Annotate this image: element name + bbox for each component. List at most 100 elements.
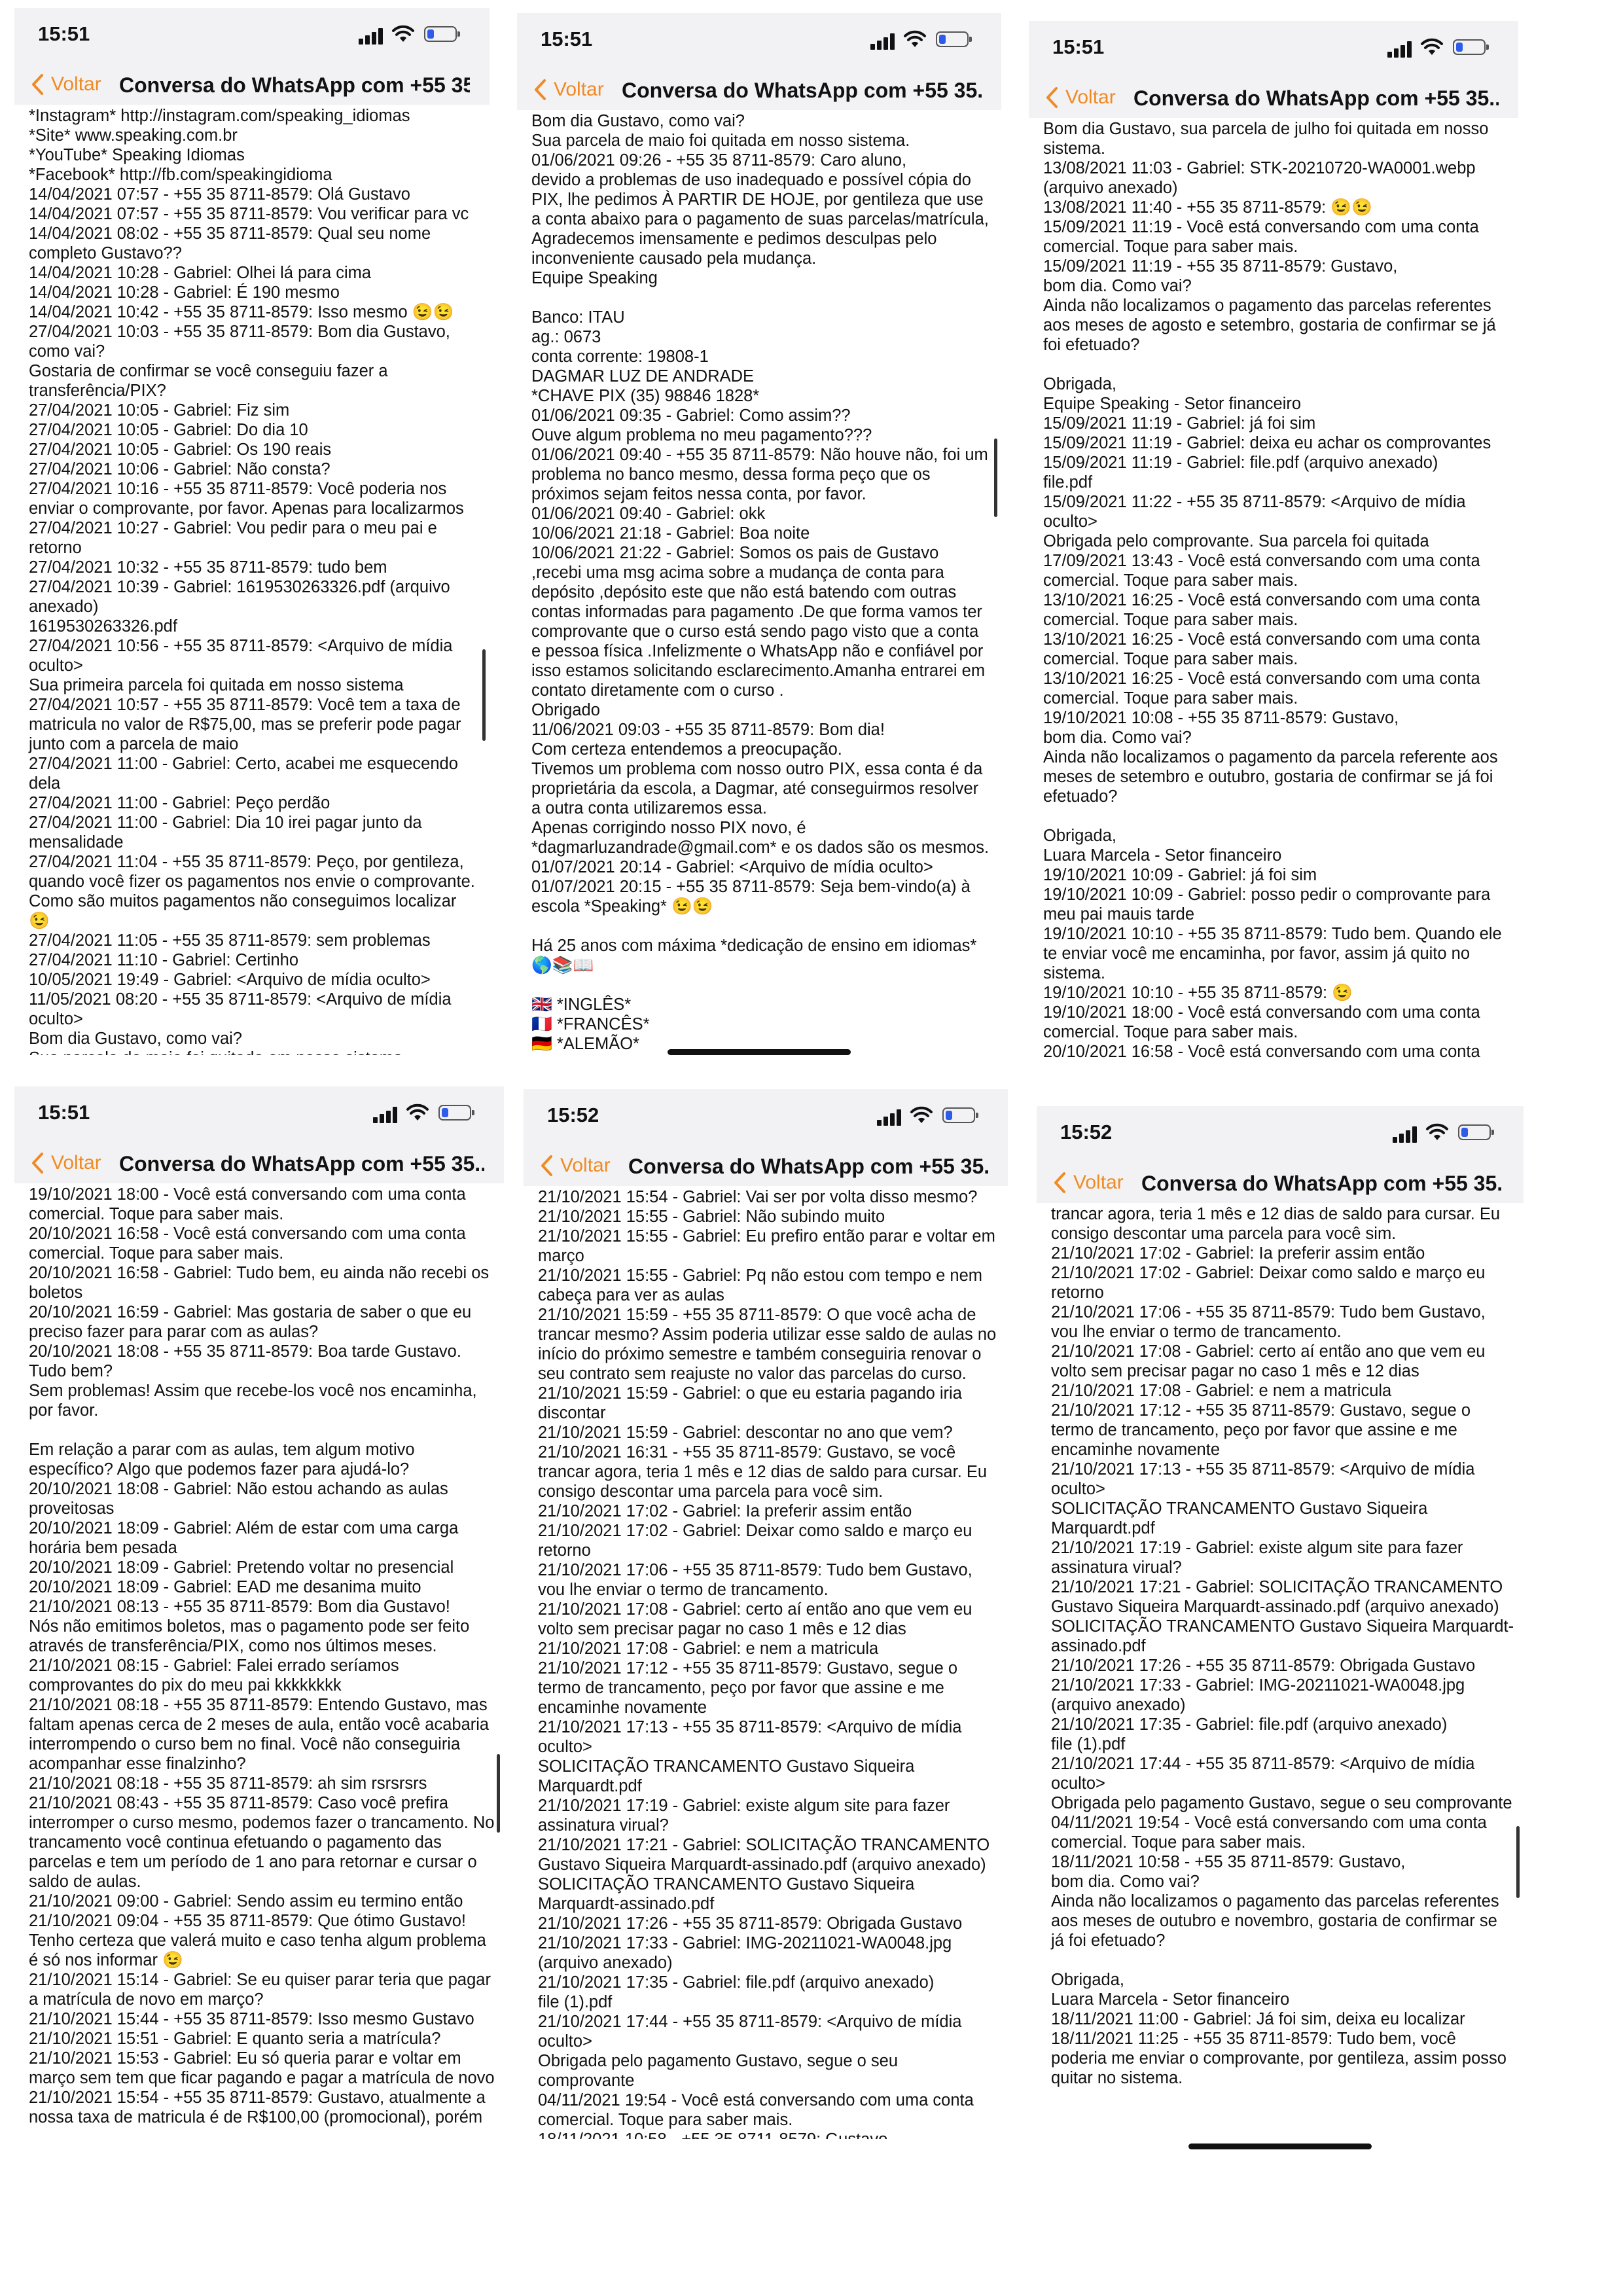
chat-line: 01/07/2021 20:15 - +55 35 8711-8579: Sej… <box>531 878 975 916</box>
back-button[interactable]: Voltar <box>1044 86 1116 109</box>
home-indicator[interactable] <box>668 1049 851 1055</box>
message-transcript[interactable]: Bom dia Gustavo, como vai? Sua parcela de… <box>517 111 1001 1067</box>
chat-line <box>1043 806 1509 826</box>
chat-line: 27/04/2021 10:32 - +55 35 8711-8579: tud… <box>29 558 387 577</box>
scroll-indicator[interactable] <box>482 649 486 741</box>
status-icons <box>1387 37 1499 60</box>
chat-line: 21/10/2021 15:44 - +55 35 8711-8579: Iss… <box>29 2010 474 2028</box>
chevron-left-icon <box>535 79 546 100</box>
status-time: 15:51 <box>38 1101 90 1124</box>
chat-line: Banco: ITAU <box>531 308 625 327</box>
wifi-icon <box>904 30 926 47</box>
chat-screenshot-1: 15:51 Voltar Conversa do WhatsApp com +5… <box>14 8 490 1055</box>
chat-line: 21/10/2021 17:06 - +55 35 8711-8579: Tud… <box>538 1561 977 1599</box>
scroll-indicator[interactable] <box>1516 1826 1520 1898</box>
chat-line: 11/06/2021 09:03 - +55 35 8711-8579: Bom… <box>531 721 885 739</box>
chat-line: Sem problemas! Assim que recebe-los você… <box>29 1382 482 1420</box>
message-transcript[interactable]: Bom dia Gustavo, sua parcela de julho fo… <box>1029 119 1518 1071</box>
chat-line: 21/10/2021 15:54 - +55 35 8711-8579: Gus… <box>29 2089 490 2126</box>
chat-line: Obrigado <box>531 701 600 719</box>
status-icons <box>870 29 982 52</box>
chat-line: 21/10/2021 17:02 - Gabriel: Ia preferir … <box>1051 1244 1425 1263</box>
chat-line: 14/04/2021 10:28 - Gabriel: Olhei lá par… <box>29 264 372 282</box>
wifi-icon <box>1426 1123 1448 1140</box>
cellular-signal-icon <box>877 1109 902 1126</box>
chat-line: Ainda não localizamos o pagamento das pa… <box>1051 1892 1504 1950</box>
status-and-nav-bar: 15:51 Voltar Conversa do WhatsApp com +5… <box>517 13 1001 110</box>
chat-line: Tivemos um problema com nosso outro PIX,… <box>531 760 988 817</box>
chat-line: 10/05/2021 19:49 - Gabriel: <Arquivo de … <box>29 971 431 989</box>
scroll-indicator[interactable] <box>497 1754 500 1833</box>
status-time: 15:51 <box>541 27 593 50</box>
status-and-nav-bar: 15:52 Voltar Conversa do WhatsApp com +5… <box>524 1089 1008 1186</box>
chat-line: Há 25 anos com máxima *dedicação de ensi… <box>531 937 982 975</box>
chat-line: 01/06/2021 09:35 - Gabriel: Como assim?? <box>531 406 851 425</box>
chat-line: 21/10/2021 17:08 - Gabriel: e nem a matr… <box>538 1640 879 1658</box>
status-time: 15:51 <box>1052 35 1105 58</box>
chat-line: 14/04/2021 10:28 - Gabriel: É 190 mesmo <box>29 283 340 302</box>
back-label: Voltar <box>1073 1172 1124 1193</box>
chat-line: *Instagram* http://instagram.com/speakin… <box>29 107 410 125</box>
chat-line: 21/10/2021 17:06 - +55 35 8711-8579: Tud… <box>1051 1303 1490 1341</box>
chat-line: 01/06/2021 09:26 - +55 35 8711-8579: Car… <box>531 151 907 170</box>
chat-line: 21/10/2021 17:19 - Gabriel: existe algum… <box>538 1797 955 1835</box>
cellular-signal-icon <box>373 1106 398 1123</box>
chat-line: 21/10/2021 09:04 - +55 35 8711-8579: Que… <box>29 1912 491 1969</box>
back-label: Voltar <box>51 73 101 95</box>
chat-line: 21/10/2021 15:53 - Gabriel: Eu só queria… <box>29 2049 495 2087</box>
battery-icon <box>936 31 972 47</box>
chat-line: conta corrente: 19808-1 <box>531 348 709 366</box>
chat-line: devido a problemas de uso inadequado e p… <box>531 171 993 268</box>
wifi-icon <box>406 1103 429 1121</box>
message-transcript[interactable]: 21/10/2021 15:54 - Gabriel: Vai ser por … <box>524 1187 1008 2139</box>
chat-line: 19/10/2021 18:00 - Você está conversando… <box>1043 1003 1485 1041</box>
message-transcript[interactable]: 19/10/2021 18:00 - Você está conversando… <box>14 1185 504 2131</box>
chat-line: 21/10/2021 17:02 - Gabriel: Ia preferir … <box>538 1502 912 1520</box>
chat-line: *YouTube* Speaking Idiomas <box>29 146 245 164</box>
chat-line: bom dia. Como vai? <box>1051 1873 1200 1891</box>
chat-line: 27/04/2021 10:27 - Gabriel: Vou pedir pa… <box>29 519 442 557</box>
back-button[interactable]: Voltar <box>30 1152 101 1174</box>
chat-line: file.pdf <box>1043 473 1093 492</box>
back-button[interactable]: Voltar <box>30 73 101 96</box>
chat-line: 01/06/2021 09:40 - +55 35 8711-8579: Não… <box>531 446 993 503</box>
battery-icon <box>1453 39 1489 55</box>
back-label: Voltar <box>554 79 604 100</box>
chat-line: 17/09/2021 13:43 - Você está conversando… <box>1043 552 1485 590</box>
chat-title: Conversa do WhatsApp com +55 35... <box>119 73 470 97</box>
chat-line: 21/10/2021 17:21 - Gabriel: SOLICITAÇÃO … <box>538 1836 995 1874</box>
status-and-nav-bar: 15:51 Voltar Conversa do WhatsApp com +5… <box>14 1086 504 1183</box>
chat-line: 21/10/2021 17:33 - Gabriel: IMG-20211021… <box>538 1934 957 1972</box>
chat-line: Bom dia Gustavo, como vai? <box>531 112 745 130</box>
home-indicator[interactable] <box>1188 2144 1372 2149</box>
wifi-icon <box>1421 38 1443 55</box>
back-button[interactable]: Voltar <box>1052 1172 1124 1194</box>
battery-icon <box>438 1105 474 1121</box>
back-button[interactable]: Voltar <box>533 79 604 101</box>
chat-line: 21/10/2021 08:18 - +55 35 8711-8579: ah … <box>29 1774 427 1793</box>
chat-line: 19/10/2021 10:09 - Gabriel: posso pedir … <box>1043 886 1495 924</box>
chat-line: 21/10/2021 17:08 - Gabriel: e nem a matr… <box>1051 1382 1392 1400</box>
chat-line: 18/11/2021 10:58 - +55 35 8711-8579: Gus… <box>1051 1853 1406 1871</box>
chat-line <box>531 916 992 936</box>
chat-line: 27/04/2021 10:16 - +55 35 8711-8579: Voc… <box>29 480 464 518</box>
chat-line: 10/06/2021 21:18 - Gabriel: Boa noite <box>531 524 810 543</box>
chat-line: 27/04/2021 10:05 - Gabriel: Fiz sim <box>29 401 290 420</box>
chat-line: bom dia. Como vai? <box>1043 728 1192 747</box>
chat-title: Conversa do WhatsApp com +55 35... <box>1141 1172 1504 1195</box>
chat-line: 15/09/2021 11:19 - Gabriel: já foi sim <box>1043 414 1316 433</box>
message-transcript[interactable]: *Instagram* http://instagram.com/speakin… <box>14 106 490 1055</box>
chat-line: 21/10/2021 17:44 - +55 35 8711-8579: <Ar… <box>1051 1755 1480 1793</box>
chat-line: 20/10/2021 18:08 - Gabriel: Não estou ac… <box>29 1480 453 1518</box>
chat-line: Obrigada, <box>1043 827 1116 845</box>
message-transcript[interactable]: trancar agora, teria 1 mês e 12 dias de … <box>1037 1204 1524 2161</box>
chat-line: Gostaria de confirmar se você conseguiu … <box>29 362 393 400</box>
chat-line: 15/09/2021 11:19 - Gabriel: deixa eu ach… <box>1043 434 1491 452</box>
chat-screenshot-2: 15:51 Voltar Conversa do WhatsApp com +5… <box>517 13 1001 1067</box>
scroll-indicator[interactable] <box>994 439 997 517</box>
back-button[interactable]: Voltar <box>539 1155 611 1177</box>
status-and-nav-bar: 15:52 Voltar Conversa do WhatsApp com +5… <box>1037 1106 1524 1203</box>
chat-line: 20/10/2021 16:59 - Gabriel: Mas gostaria… <box>29 1303 476 1341</box>
chat-line: 21/10/2021 15:55 - Gabriel: Não subindo … <box>538 1208 885 1226</box>
chat-line: 21/10/2021 17:44 - +55 35 8711-8579: <Ar… <box>538 2013 967 2051</box>
